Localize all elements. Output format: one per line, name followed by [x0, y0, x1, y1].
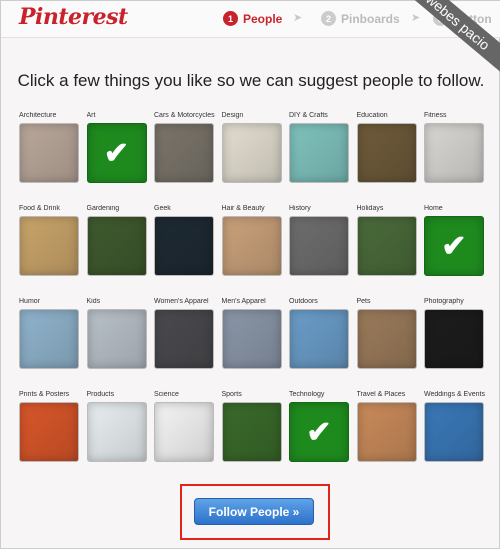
category-tile[interactable]: Science	[154, 391, 216, 462]
chevron-right-icon: ➤	[293, 12, 303, 24]
category-label: Holidays	[356, 205, 384, 212]
step-number: 2	[321, 11, 336, 26]
category-tile[interactable]: Architecture	[19, 112, 81, 183]
category-tile[interactable]: Photography	[424, 298, 486, 369]
category-label: Food & Drink	[19, 205, 60, 212]
category-image[interactable]	[221, 402, 282, 462]
category-tile[interactable]: Pets	[356, 298, 419, 369]
category-tile[interactable]: Education	[356, 112, 419, 183]
category-tile[interactable]: Kids	[86, 298, 149, 369]
category-tile[interactable]: Geek	[154, 205, 216, 276]
category-label: Hair & Beauty	[221, 205, 265, 212]
category-image[interactable]: ✔	[86, 123, 147, 183]
category-tile[interactable]: Women's Apparel	[154, 298, 216, 369]
pinterest-logo[interactable]: Pinterest	[19, 4, 128, 30]
category-label: Products	[86, 391, 115, 398]
category-image[interactable]	[356, 123, 417, 183]
category-label: Travel & Places	[356, 391, 406, 398]
category-tile[interactable]: Food & Drink	[19, 205, 81, 276]
category-tile[interactable]: Design	[221, 112, 284, 183]
category-label: Architecture	[19, 112, 57, 119]
category-tile[interactable]: Humor	[19, 298, 81, 369]
category-label: Prints & Posters	[19, 391, 70, 398]
header: Pinterest 1 People ➤ 2 Pinboards ➤ 3 But…	[1, 0, 500, 86]
category-image[interactable]: ✔	[289, 402, 349, 462]
category-image[interactable]	[356, 402, 417, 462]
category-image[interactable]	[424, 309, 484, 369]
category-label: Gardening	[86, 205, 120, 212]
category-image[interactable]	[154, 123, 214, 183]
category-image[interactable]	[289, 216, 349, 276]
category-image[interactable]: ✔	[424, 216, 484, 276]
step-number: 1	[223, 11, 238, 26]
category-tile[interactable]: Hair & Beauty	[221, 205, 284, 276]
category-tile[interactable]: Gardening	[86, 205, 149, 276]
category-image[interactable]	[424, 123, 484, 183]
category-label: Humor	[19, 298, 41, 305]
category-label: Men's Apparel	[221, 298, 266, 305]
category-tile[interactable]: Products	[86, 391, 149, 462]
page-headline: Click a few things you like so we can su…	[17, 71, 485, 90]
category-image[interactable]	[221, 123, 282, 183]
category-label: Weddings & Events	[424, 391, 485, 398]
category-label: Design	[221, 112, 244, 119]
category-image[interactable]	[424, 402, 484, 462]
category-tile[interactable]: Weddings & Events	[424, 391, 486, 462]
step-label: Pinboards	[341, 11, 400, 26]
check-icon: ✔	[441, 229, 467, 263]
category-label: Art	[86, 112, 96, 119]
category-label: Kids	[86, 298, 101, 305]
category-tile[interactable]: History	[289, 205, 351, 276]
category-image[interactable]	[19, 309, 79, 369]
category-image[interactable]	[289, 123, 349, 183]
category-label: Science	[154, 391, 179, 398]
category-tile[interactable]: Holidays	[356, 205, 419, 276]
category-tile[interactable]: Prints & Posters	[19, 391, 81, 462]
category-tile[interactable]: Fitness	[424, 112, 486, 183]
category-tile[interactable]: Sports	[221, 391, 284, 462]
category-tile[interactable]: Travel & Places	[356, 391, 419, 462]
category-image[interactable]	[86, 216, 147, 276]
category-image[interactable]	[154, 402, 214, 462]
category-image[interactable]	[356, 309, 417, 369]
category-image[interactable]	[221, 309, 282, 369]
category-tile[interactable]: Cars & Motorcycles	[154, 112, 216, 183]
category-image[interactable]	[19, 402, 79, 462]
step-pinboards: 2 Pinboards	[321, 11, 400, 26]
step-people: 1 People	[223, 11, 282, 26]
category-image[interactable]	[221, 216, 282, 276]
category-label: Technology	[289, 391, 325, 398]
follow-people-button[interactable]: Follow People »	[194, 498, 314, 525]
category-label: Pets	[356, 298, 371, 305]
category-tile[interactable]: Outdoors	[289, 298, 351, 369]
category-label: Home	[424, 205, 443, 212]
check-icon: ✔	[306, 415, 332, 449]
category-tile[interactable]: Art ✔	[86, 112, 149, 183]
category-image[interactable]	[86, 402, 147, 462]
category-tile[interactable]: Technology ✔	[289, 391, 351, 462]
category-image[interactable]	[356, 216, 417, 276]
category-label: DIY & Crafts	[289, 112, 328, 119]
category-label: Photography	[424, 298, 464, 305]
category-label: Women's Apparel	[154, 298, 209, 305]
category-image[interactable]	[154, 309, 214, 369]
chevron-right-icon: ➤	[411, 12, 421, 24]
category-label: Geek	[154, 205, 171, 212]
category-label: Fitness	[424, 112, 447, 119]
category-tile[interactable]: Home ✔	[424, 205, 486, 276]
category-tile[interactable]: DIY & Crafts	[289, 112, 351, 183]
category-image[interactable]	[154, 216, 214, 276]
category-label: Cars & Motorcycles	[154, 112, 215, 119]
category-image[interactable]	[86, 309, 147, 369]
category-label: Sports	[221, 391, 242, 398]
category-image[interactable]	[19, 123, 79, 183]
category-label: History	[289, 205, 311, 212]
category-image[interactable]	[289, 309, 349, 369]
category-label: Outdoors	[289, 298, 318, 305]
step-label: People	[243, 11, 283, 26]
category-image[interactable]	[19, 216, 79, 276]
category-tile[interactable]: Men's Apparel	[221, 298, 284, 369]
category-label: Education	[356, 112, 388, 119]
check-icon: ✔	[103, 136, 130, 170]
